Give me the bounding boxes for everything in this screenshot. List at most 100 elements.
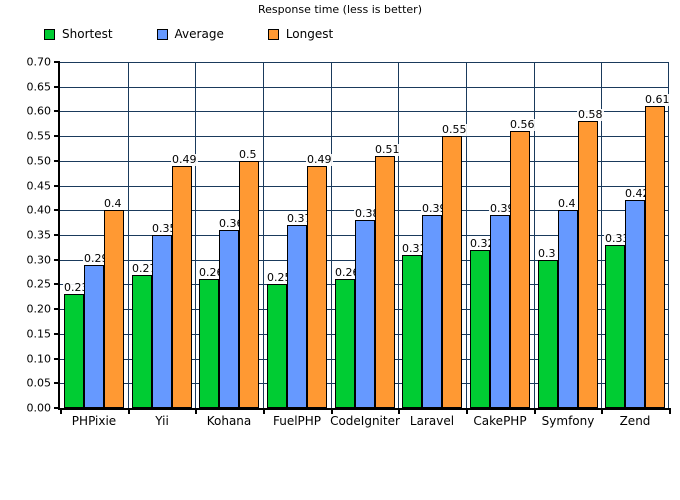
y-axis-tick [54,382,60,384]
x-axis-tick [669,408,671,414]
y-axis-tick [54,86,60,88]
gridline-vertical [128,62,129,408]
legend-swatch-average [156,29,168,40]
plot-frame: 0.00 0.05 0.10 0.15 0.20 0.25 0.30 0.35 0.40 0.45… [27,57,671,428]
bar-phpixie-shortest[interactable]: 0.23 [63,282,90,408]
bar-value-label: 0.49 [306,153,333,166]
bar-zend-average[interactable]: 0.42 [624,188,651,408]
x-axis-label-cakephp: CakePHP [473,414,527,428]
bar-zend-shortest[interactable]: 0.33 [604,233,631,408]
bar-value-label: 0.51 [374,143,401,156]
bar-value-label: 0.5 [238,148,258,161]
y-axis-label: 0.50 [26,154,52,168]
x-axis-label-phpixie: PHPixie [71,414,117,428]
bar-codeigniter-average[interactable]: 0.38 [354,208,381,408]
bar-cakephp-longest[interactable]: 0.56 [509,119,536,408]
x-axis-label-yii: Yii [155,414,169,428]
bar-kohana-average[interactable]: 0.36 [218,218,245,408]
y-axis-tick [54,358,60,360]
y-axis-label: 0.05 [26,376,52,390]
chart-legend: Shortest Average Longest [44,28,377,41]
legend-item-shortest[interactable]: Shortest [44,28,113,41]
bar-symfony-longest[interactable]: 0.58 [577,109,604,408]
bar-zend-longest[interactable]: 0.61 [644,94,671,408]
x-axis-tick [534,408,536,414]
y-axis-label: 0.20 [26,302,52,316]
x-axis-tick [601,408,603,414]
legend-item-longest[interactable]: Longest [267,28,333,41]
bar-value-label: 0.4 [103,197,123,210]
x-axis-tick [263,408,265,414]
legend-swatch-longest [267,29,279,40]
gridline-vertical [331,62,332,408]
bar-kohana-longest[interactable]: 0.5 [238,149,259,408]
bar-cakephp-shortest[interactable]: 0.32 [469,238,496,408]
x-axis-label-fuelphp: FuelPHP [272,414,322,428]
x-axis-label-zend: Zend [619,414,651,428]
y-axis-label: 0.60 [26,104,52,118]
bar-kohana-shortest[interactable]: 0.26 [198,267,225,408]
plot-top-border [60,62,669,63]
bar-yii-average[interactable]: 0.35 [151,223,178,408]
bar-yii-shortest[interactable]: 0.27 [131,263,158,408]
y-axis-tick [54,110,60,112]
x-axis-tick-origin [60,408,62,414]
y-axis-label: 0.10 [26,352,52,366]
bar-fuelphp-shortest[interactable]: 0.25 [266,272,293,408]
x-axis-label-codeigniter: CodeIgniter [330,414,400,428]
gridline-vertical [398,62,399,408]
y-axis-label: 0.35 [26,228,52,242]
gridline-vertical [534,62,535,408]
bar-phpixie-longest[interactable]: 0.4 [103,198,124,408]
bar-fuelphp-longest[interactable]: 0.49 [306,154,333,408]
bar-value-label: 0.4 [557,197,577,210]
gridline-vertical [195,62,196,408]
y-axis-label: 0.65 [26,80,52,94]
bar-laravel-shortest[interactable]: 0.31 [401,243,428,408]
y-axis-tick [54,234,60,236]
y-axis-tick [54,209,60,211]
bar-laravel-average[interactable]: 0.39 [421,203,448,408]
bar-symfony-shortest[interactable]: 0.3 [537,248,558,408]
legend-label-average: Average [174,27,224,41]
bar-value-label: 0.3 [537,247,557,260]
y-axis-tick [54,333,60,335]
bar-phpixie-average[interactable]: 0.29 [83,253,110,408]
y-axis-tick [54,308,60,310]
x-axis-tick [466,408,468,414]
x-axis-tick [128,408,130,414]
bar-yii-longest[interactable]: 0.49 [171,154,198,408]
bar-value-label: 0.49 [171,153,198,166]
x-axis-label-kohana: Kohana [206,414,252,428]
x-axis-label-symfony: Symfony [541,414,595,428]
bar-value-label: 0.61 [644,93,671,106]
bar-symfony-average[interactable]: 0.4 [557,198,578,408]
bar-cakephp-average[interactable]: 0.39 [489,203,516,408]
y-axis-label: 0.55 [26,129,52,143]
y-axis-tick [54,135,60,137]
y-axis-label: 0.70 [26,55,52,69]
y-axis-label: 0.30 [26,253,52,267]
bar-codeigniter-shortest[interactable]: 0.26 [334,267,361,408]
chart-title: Response time (less is better) [258,3,422,16]
gridline-vertical [466,62,467,408]
bar-codeigniter-longest[interactable]: 0.51 [374,144,401,408]
y-axis-tick [54,160,60,162]
plot-right-border [668,62,669,408]
legend-label-shortest: Shortest [62,27,113,41]
legend-item-average[interactable]: Average [156,27,224,41]
y-axis-label: 0.40 [26,203,52,217]
y-axis-label: 0.45 [26,179,52,193]
bar-value-label: 0.55 [441,123,468,136]
bar-laravel-longest[interactable]: 0.55 [441,124,468,408]
y-axis-label: 0.00 [26,401,52,415]
y-axis-label: 0.25 [26,277,52,291]
bar-value-label: 0.56 [509,118,536,131]
y-axis-tick [54,283,60,285]
y-axis-label: 0.15 [26,327,52,341]
plot-area: 0.00 0.05 0.10 0.15 0.20 0.25 0.30 0.35 0.40 0.45… [27,57,671,428]
gridline-horizontal [60,87,669,88]
bar-value-label: 0.58 [577,108,604,121]
bar-fuelphp-average[interactable]: 0.37 [286,213,313,408]
y-axis-tick [54,185,60,187]
